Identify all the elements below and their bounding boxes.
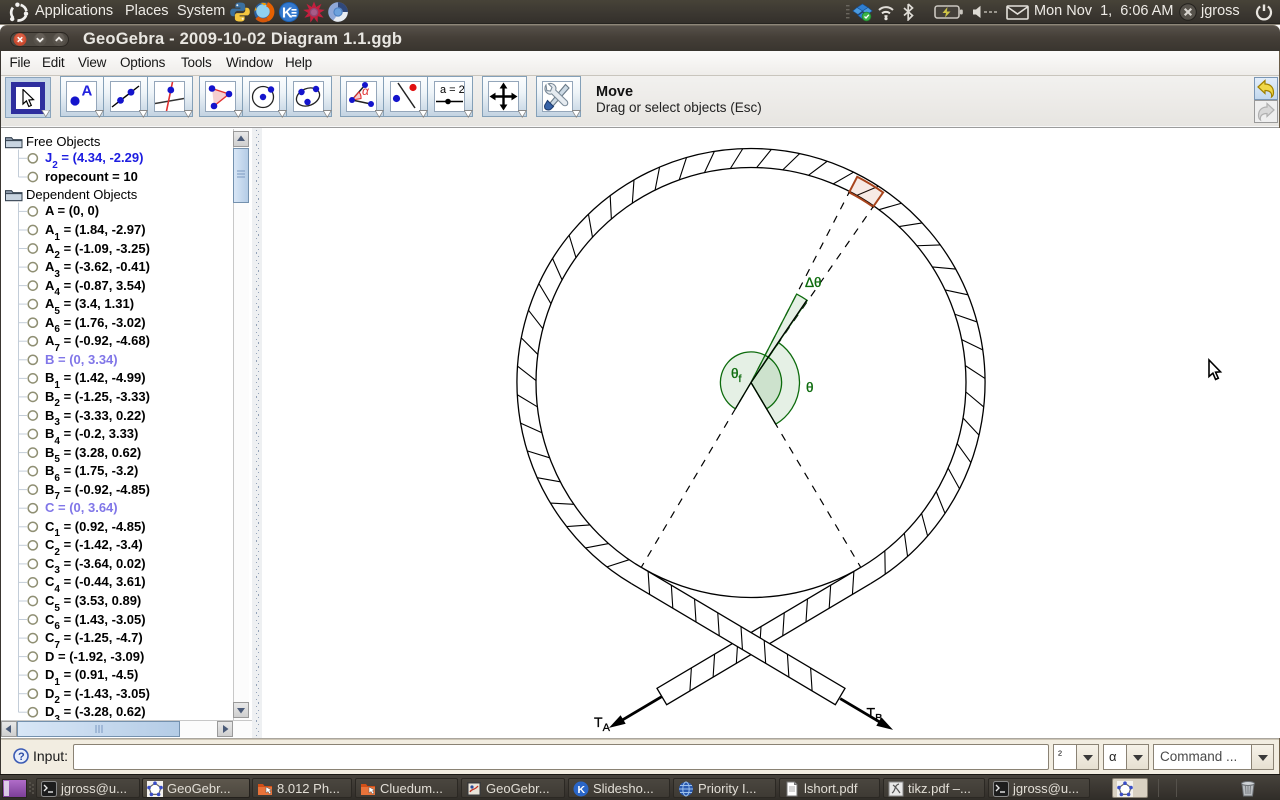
- svg-text:Δθ: Δθ: [805, 275, 822, 290]
- svg-text:A: A: [82, 83, 93, 100]
- svg-text:α: α: [362, 84, 370, 98]
- svg-text:θ: θ: [806, 380, 814, 395]
- svg-text:a = 2: a = 2: [440, 84, 464, 96]
- svg-text:TB: TB: [867, 705, 883, 725]
- svg-text:TA: TA: [594, 714, 611, 734]
- svg-text:K: K: [578, 784, 586, 796]
- svg-text:K: K: [282, 6, 293, 22]
- svg-text:?: ?: [18, 751, 25, 763]
